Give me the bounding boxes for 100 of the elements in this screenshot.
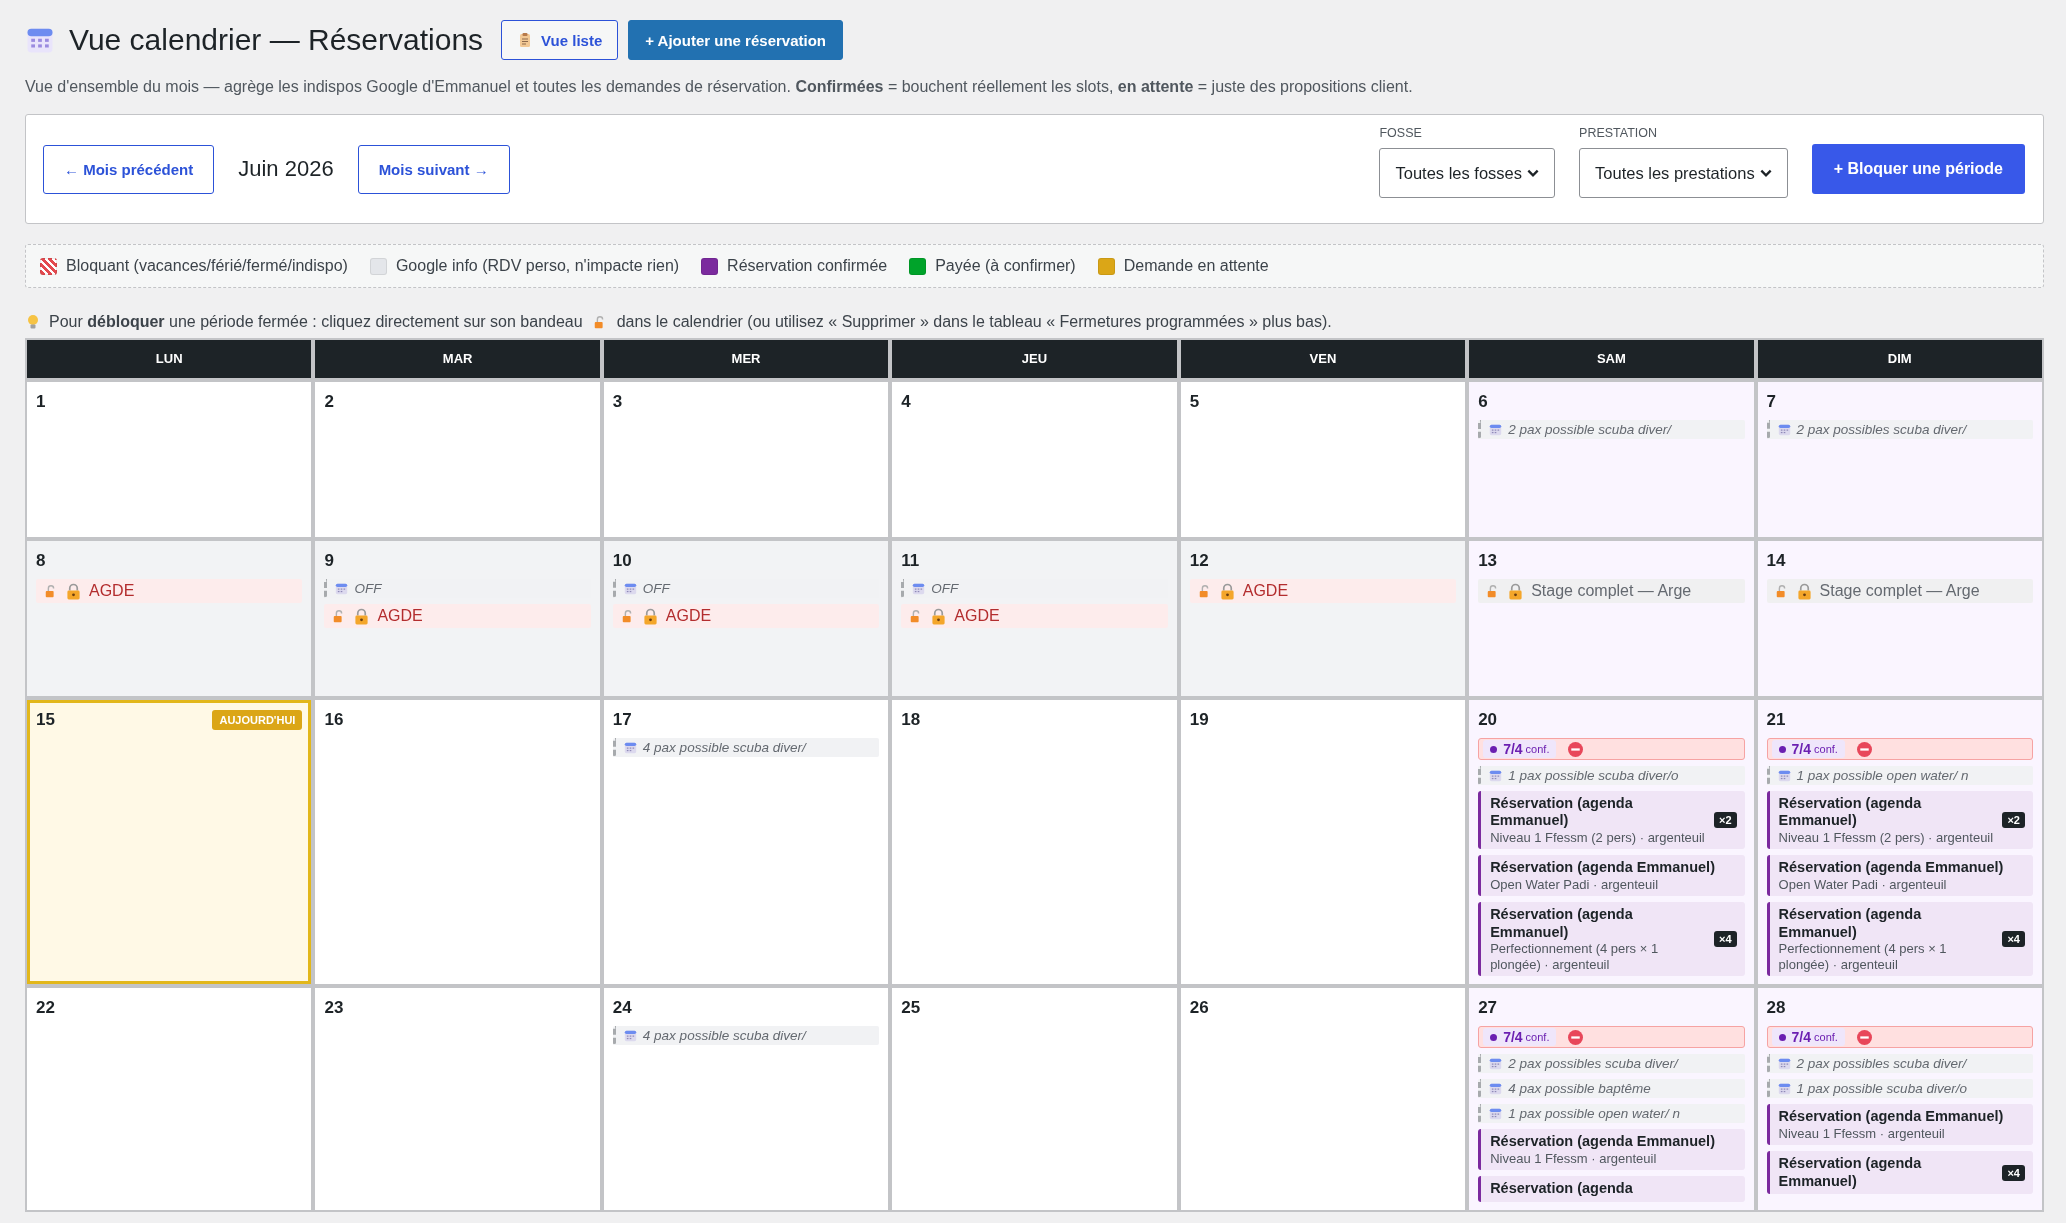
google-event[interactable]: 2 pax possibles scuba diver/ — [1766, 1054, 2033, 1074]
booking-event[interactable]: Réservation (agenda Emmanuel) Perfectionnement (4 pers × 1 plongée) · argenteuil ×4 — [1478, 902, 1745, 977]
day-cell[interactable]: 25 — [892, 988, 1177, 1210]
day-cell[interactable]: 9 OFF AGDE — [315, 541, 600, 696]
day-cell[interactable]: 28 7/4 conf. 2 pax possibles scuba diver/ 1 pax possible scuba diver/o Réservation (agenda Emmanuel) Niveau 1 Ffessm · argenteuil Réservation (agenda Emmanuel) ×4 — [1757, 988, 2042, 1210]
filter-label: PRESTATION — [1579, 126, 1659, 140]
closure-banner[interactable]: AGDE — [901, 604, 1168, 628]
full-icon — [1568, 741, 1584, 757]
booking-title: Réservation (agenda Emmanuel) — [1778, 1155, 1923, 1191]
closure-banner[interactable]: AGDE — [324, 604, 591, 628]
booking-detail: Niveau 1 Ffessm (2 pers) · argenteuil — [1490, 829, 1706, 846]
booking-event[interactable]: Réservation (agenda Emmanuel) Niveau 1 Ffessm (2 pers) · argenteuil ×2 — [1478, 791, 1745, 850]
day-cell[interactable]: 15 AUJOURD'HUI — [27, 700, 312, 985]
day-cell[interactable]: 2 — [315, 382, 600, 537]
day-cell[interactable]: 22 — [27, 988, 312, 1210]
google-event[interactable]: 1 pax possible open water/ n — [1766, 766, 2033, 785]
day-cell[interactable]: 23 — [315, 988, 600, 1210]
previous-month-button[interactable]: ← Mois précédent — [43, 144, 215, 194]
day-cell[interactable] — [1757, 700, 2042, 985]
confirmed-count: 7/4 conf. — [1771, 1028, 1845, 1047]
full-icon — [1856, 741, 1872, 757]
booking-event[interactable]: Réservation (agenda — [1478, 1176, 1745, 1202]
closure-banner[interactable]: AGDE — [36, 579, 303, 603]
description-text: Vue d'ensemble du mois — agrège les indispos Google d'Emmanuel et toutes les demandes de réservation. Confirmées = bouchent réellement les slots, en attente = juste des propositions client. — [25, 78, 1414, 96]
day-number: 4 — [901, 392, 911, 412]
weekday-header: MER — [603, 340, 889, 378]
google-event[interactable]: 4 pax possible scuba diver/ — [612, 738, 880, 757]
day-cell[interactable]: 13 Stage complet — Arge — [1469, 541, 1754, 696]
day-number: 10 — [612, 551, 632, 571]
day-number: 16 — [324, 710, 344, 730]
quantity-badge: ×4 — [2002, 1164, 2025, 1181]
day-cell[interactable]: 10 OFF AGDE — [603, 541, 889, 696]
day-number: 3 — [612, 392, 623, 412]
day-cell[interactable]: 17 4 pax possible scuba diver/ — [603, 700, 889, 985]
booking-event[interactable]: Réservation (agenda Emmanuel) Niveau 1 Ffessm (2 pers) · argenteuil ×2 — [1766, 791, 2033, 850]
day-cell[interactable]: 4 — [892, 382, 1177, 537]
filter-label: FOSSE — [1379, 126, 1423, 140]
day-cell[interactable]: 24 4 pax possible scuba diver/ — [603, 988, 889, 1210]
day-cell[interactable]: 7 2 pax possibles scuba diver/ — [1757, 382, 2042, 537]
day-number: 6 — [1478, 392, 1488, 412]
day-number: 2 — [324, 392, 334, 412]
filter-select[interactable]: Toutes les prestations — [1579, 148, 1788, 198]
day-number: 17 — [612, 710, 632, 730]
google-event[interactable]: 2 pax possibles scuba diver/ — [1478, 1054, 1745, 1074]
day-cell[interactable]: 19 — [1180, 700, 1466, 985]
day-cell[interactable]: 6 2 pax possible scuba diver/ — [1469, 382, 1754, 537]
day-cell[interactable]: 5 — [1180, 382, 1466, 537]
google-event[interactable]: 2 pax possible scuba diver/ — [1478, 420, 1745, 439]
closure-banner[interactable]: AGDE — [612, 604, 880, 628]
day-number: 24 — [612, 998, 632, 1019]
booking-event[interactable]: Réservation (agenda Emmanuel) ×4 — [1766, 1151, 2033, 1195]
weekday-header: VEN — [1180, 340, 1466, 378]
day-number: 11 — [901, 551, 920, 571]
weekday-header: MAR — [315, 340, 600, 378]
closure-banner[interactable]: Stage complet — Arge — [1766, 579, 2033, 603]
day-number: 25 — [901, 998, 921, 1019]
google-event[interactable]: 1 pax possible open water/ n — [1478, 1104, 1745, 1124]
day-number: 28 — [1766, 998, 1786, 1019]
booking-event[interactable]: Réservation (agenda Emmanuel) Open Water Padi · argenteuil — [1766, 855, 2033, 897]
booking-event[interactable]: Réservation (agenda Emmanuel) Niveau 1 Ffessm · argenteuil — [1478, 1129, 1745, 1171]
weekday-header: SAM — [1469, 340, 1754, 378]
booking-event[interactable]: Réservation (agenda Emmanuel) Niveau 1 Ffessm · argenteuil — [1766, 1104, 2033, 1146]
day-cell[interactable]: 8 AGDE — [27, 541, 312, 696]
block-period-button[interactable]: + Bloquer une période — [1811, 144, 2025, 194]
google-event[interactable]: 1 pax possible scuba diver/o — [1478, 766, 1745, 785]
day-cell[interactable]: 12 AGDE — [1180, 541, 1466, 696]
lock-icon — [354, 607, 370, 625]
lock-icon — [1796, 582, 1812, 600]
booking-title: Réservation (agenda — [1490, 1180, 1634, 1198]
lock-icon — [1219, 582, 1235, 600]
day-cell[interactable]: 27 7/4 conf. 2 pax possibles scuba diver/ 4 pax possible baptême 1 pax possible open water/ n Réservation (agenda Emmanuel) Niveau 1 Ffessm · argenteuil Réservation (agenda — [1469, 988, 1754, 1210]
google-event[interactable]: 4 pax possible baptême — [1478, 1079, 1745, 1099]
closure-banner[interactable]: AGDE — [1189, 579, 1457, 603]
add-booking-button[interactable]: + Ajouter une réservation — [628, 20, 843, 60]
confirmed-count: 7/4 conf. — [1483, 1028, 1557, 1047]
list-view-button[interactable]: Vue liste — [501, 20, 619, 60]
filter-select[interactable]: Toutes les fosses — [1379, 148, 1556, 198]
booking-title: Réservation (agenda Emmanuel) — [1490, 859, 1716, 877]
google-event[interactable]: 1 pax possible scuba diver/o — [1766, 1079, 2033, 1099]
lock-icon — [66, 582, 81, 600]
day-cell[interactable] — [1469, 700, 1754, 985]
day-cell[interactable]: 14 Stage complet — Arge — [1757, 541, 2042, 696]
google-event[interactable]: 4 pax possible scuba diver/ — [612, 1026, 880, 1046]
next-month-button[interactable]: Mois suivant → — [357, 144, 510, 194]
day-cell[interactable]: 11 OFF AGDE — [892, 541, 1177, 696]
booking-event[interactable]: Réservation (agenda Emmanuel) Perfectionnement (4 pers × 1 plongée) · argenteuil ×4 — [1766, 902, 2033, 977]
day-cell[interactable]: 3 — [603, 382, 889, 537]
booking-detail: Niveau 1 Ffessm (2 pers) · argenteuil — [1778, 829, 1995, 846]
legend-label: Payée (à confirmer) — [935, 257, 1076, 275]
day-number: 18 — [901, 710, 921, 730]
calendar-icon — [623, 741, 637, 754]
day-cell[interactable]: 16 — [315, 700, 600, 985]
closure-banner[interactable]: Stage complet — Arge — [1478, 579, 1745, 603]
booking-event[interactable]: Réservation (agenda Emmanuel) Open Water Padi · argenteuil — [1478, 855, 1745, 897]
day-cell[interactable]: 26 — [1180, 988, 1466, 1210]
day-cell[interactable]: 18 — [892, 700, 1177, 985]
confirmed-count: 7/4 conf. — [1771, 740, 1845, 758]
day-cell[interactable]: 1 — [27, 382, 312, 537]
google-event[interactable]: 2 pax possibles scuba diver/ — [1766, 420, 2033, 439]
weekday-header: JEU — [892, 340, 1177, 378]
